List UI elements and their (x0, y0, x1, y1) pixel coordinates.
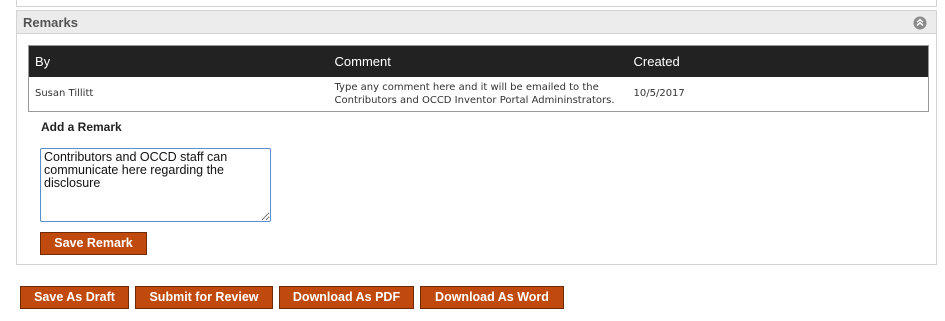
remarks-panel-header[interactable]: Remarks (17, 11, 936, 34)
save-remark-button[interactable]: Save Remark (40, 232, 147, 255)
remark-author: Susan Tillitt (35, 88, 94, 99)
column-header-created: Created (627, 45, 929, 77)
remark-created-date: 10/5/2017 (633, 88, 685, 99)
submit-for-review-button[interactable]: Submit for Review (135, 286, 273, 309)
download-pdf-button[interactable]: Download As PDF (279, 286, 414, 309)
remarks-table: By Comment Created Susan Tillitt Type an… (28, 45, 929, 112)
chevron-up-circle-icon[interactable] (913, 16, 927, 30)
form-actions-bar: Save As Draft Submit for Review Download… (0, 286, 945, 312)
remarks-panel: Remarks By Comment Created Susan Tillitt… (16, 10, 937, 265)
remark-comment: Type any comment here and it will be ema… (334, 81, 615, 106)
remarks-table-header-row: By Comment Created (28, 45, 929, 77)
table-row: Susan Tillitt Type any comment here and … (29, 77, 929, 112)
download-word-button[interactable]: Download As Word (420, 286, 564, 309)
column-header-comment: Comment (328, 45, 628, 77)
previous-panel-bottom (16, 0, 937, 7)
add-remark-label: Add a Remark (41, 120, 122, 134)
column-header-by: By (28, 45, 329, 77)
save-as-draft-button[interactable]: Save As Draft (20, 286, 129, 309)
remarks-panel-title: Remarks (23, 14, 78, 30)
remark-textarea[interactable]: Contributors and OCCD staff can communic… (40, 148, 271, 222)
